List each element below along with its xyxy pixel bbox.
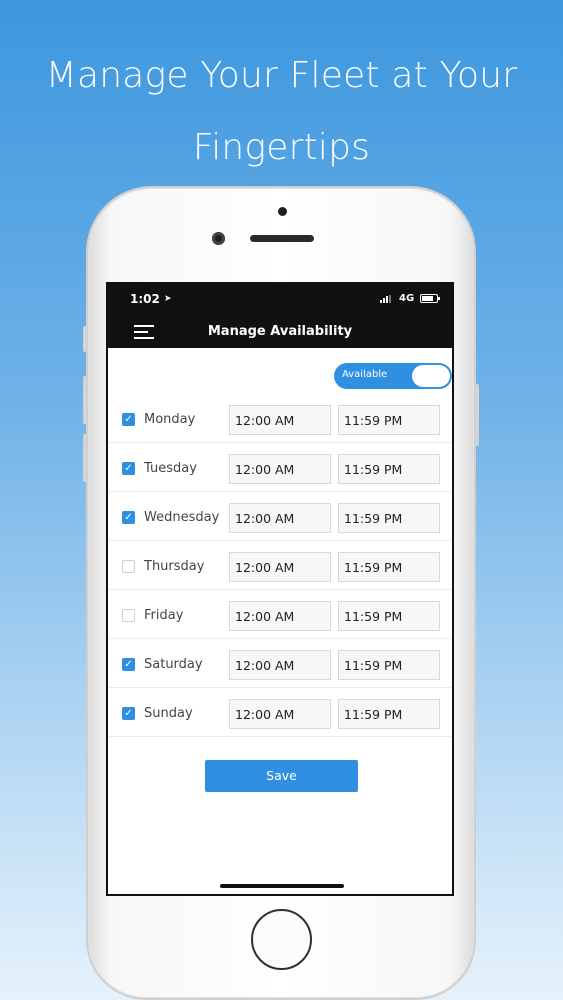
availability-content: Available ✓ Monday 12:00 AM 11:59 PM ✓ T… [108, 348, 452, 894]
location-arrow-icon: ➤ [164, 294, 172, 304]
phone-screen: 1:02 ➤ 4G Manage Availability Available … [106, 282, 454, 896]
front-camera [212, 232, 225, 245]
end-time-saturday[interactable]: 11:59 PM [338, 650, 440, 680]
headline-line-1: Manage Your Fleet at Your [45, 55, 518, 96]
end-time-thursday[interactable]: 11:59 PM [338, 552, 440, 582]
availability-toggle[interactable]: Available [334, 363, 452, 389]
day-label: Thursday [144, 559, 205, 574]
volume-up-button [83, 376, 87, 424]
day-row-thursday: Thursday 12:00 AM 11:59 PM [108, 541, 452, 590]
day-row-friday: Friday 12:00 AM 11:59 PM [108, 590, 452, 639]
day-label: Tuesday [144, 461, 197, 476]
checkbox-monday[interactable]: ✓ [122, 413, 135, 426]
page-title: Manage Availability [207, 324, 353, 339]
home-button[interactable] [251, 909, 312, 970]
start-time-monday[interactable]: 12:00 AM [229, 405, 331, 435]
day-label: Sunday [144, 706, 193, 721]
toggle-knob [412, 365, 450, 387]
checkbox-saturday[interactable]: ✓ [122, 658, 135, 671]
day-label: Monday [144, 412, 196, 427]
availability-toggle-label: Available [342, 369, 388, 380]
battery-icon [420, 294, 440, 303]
day-row-wednesday: ✓ Wednesday 12:00 AM 11:59 PM [108, 492, 452, 541]
volume-down-button [83, 434, 87, 482]
save-button[interactable]: Save [205, 760, 358, 792]
start-time-thursday[interactable]: 12:00 AM [229, 552, 331, 582]
nav-bar: Manage Availability [106, 316, 454, 348]
end-time-wednesday[interactable]: 11:59 PM [338, 503, 440, 533]
end-time-monday[interactable]: 11:59 PM [338, 405, 440, 435]
start-time-tuesday[interactable]: 12:00 AM [229, 454, 331, 484]
mute-switch [83, 326, 87, 352]
day-row-tuesday: ✓ Tuesday 12:00 AM 11:59 PM [108, 443, 452, 492]
start-time-wednesday[interactable]: 12:00 AM [229, 503, 331, 533]
checkbox-thursday[interactable] [122, 560, 135, 573]
signal-bars-icon [380, 295, 391, 303]
day-list: ✓ Monday 12:00 AM 11:59 PM ✓ Tuesday 12:… [108, 394, 452, 737]
checkbox-friday[interactable] [122, 609, 135, 622]
start-time-sunday[interactable]: 12:00 AM [229, 699, 331, 729]
end-time-friday[interactable]: 11:59 PM [338, 601, 440, 631]
day-label: Saturday [144, 657, 203, 672]
start-time-saturday[interactable]: 12:00 AM [229, 650, 331, 680]
headline: Manage Your Fleet at Your Fingertips [0, 40, 563, 184]
end-time-tuesday[interactable]: 11:59 PM [338, 454, 440, 484]
power-button [475, 384, 479, 446]
status-time: 1:02 [130, 292, 160, 306]
day-label: Friday [144, 608, 184, 623]
end-time-sunday[interactable]: 11:59 PM [338, 699, 440, 729]
checkbox-wednesday[interactable]: ✓ [122, 511, 135, 524]
proximity-sensor [278, 207, 287, 216]
checkbox-sunday[interactable]: ✓ [122, 707, 135, 720]
start-time-friday[interactable]: 12:00 AM [229, 601, 331, 631]
headline-line-2: Fingertips [192, 127, 371, 168]
earpiece-speaker [250, 235, 314, 242]
day-row-saturday: ✓ Saturday 12:00 AM 11:59 PM [108, 639, 452, 688]
status-bar: 1:02 ➤ 4G [106, 282, 454, 316]
day-row-sunday: ✓ Sunday 12:00 AM 11:59 PM [108, 688, 452, 737]
day-label: Wednesday [144, 510, 220, 525]
home-indicator [220, 884, 344, 888]
checkbox-tuesday[interactable]: ✓ [122, 462, 135, 475]
day-row-monday: ✓ Monday 12:00 AM 11:59 PM [108, 394, 452, 443]
network-type: 4G [399, 293, 415, 304]
